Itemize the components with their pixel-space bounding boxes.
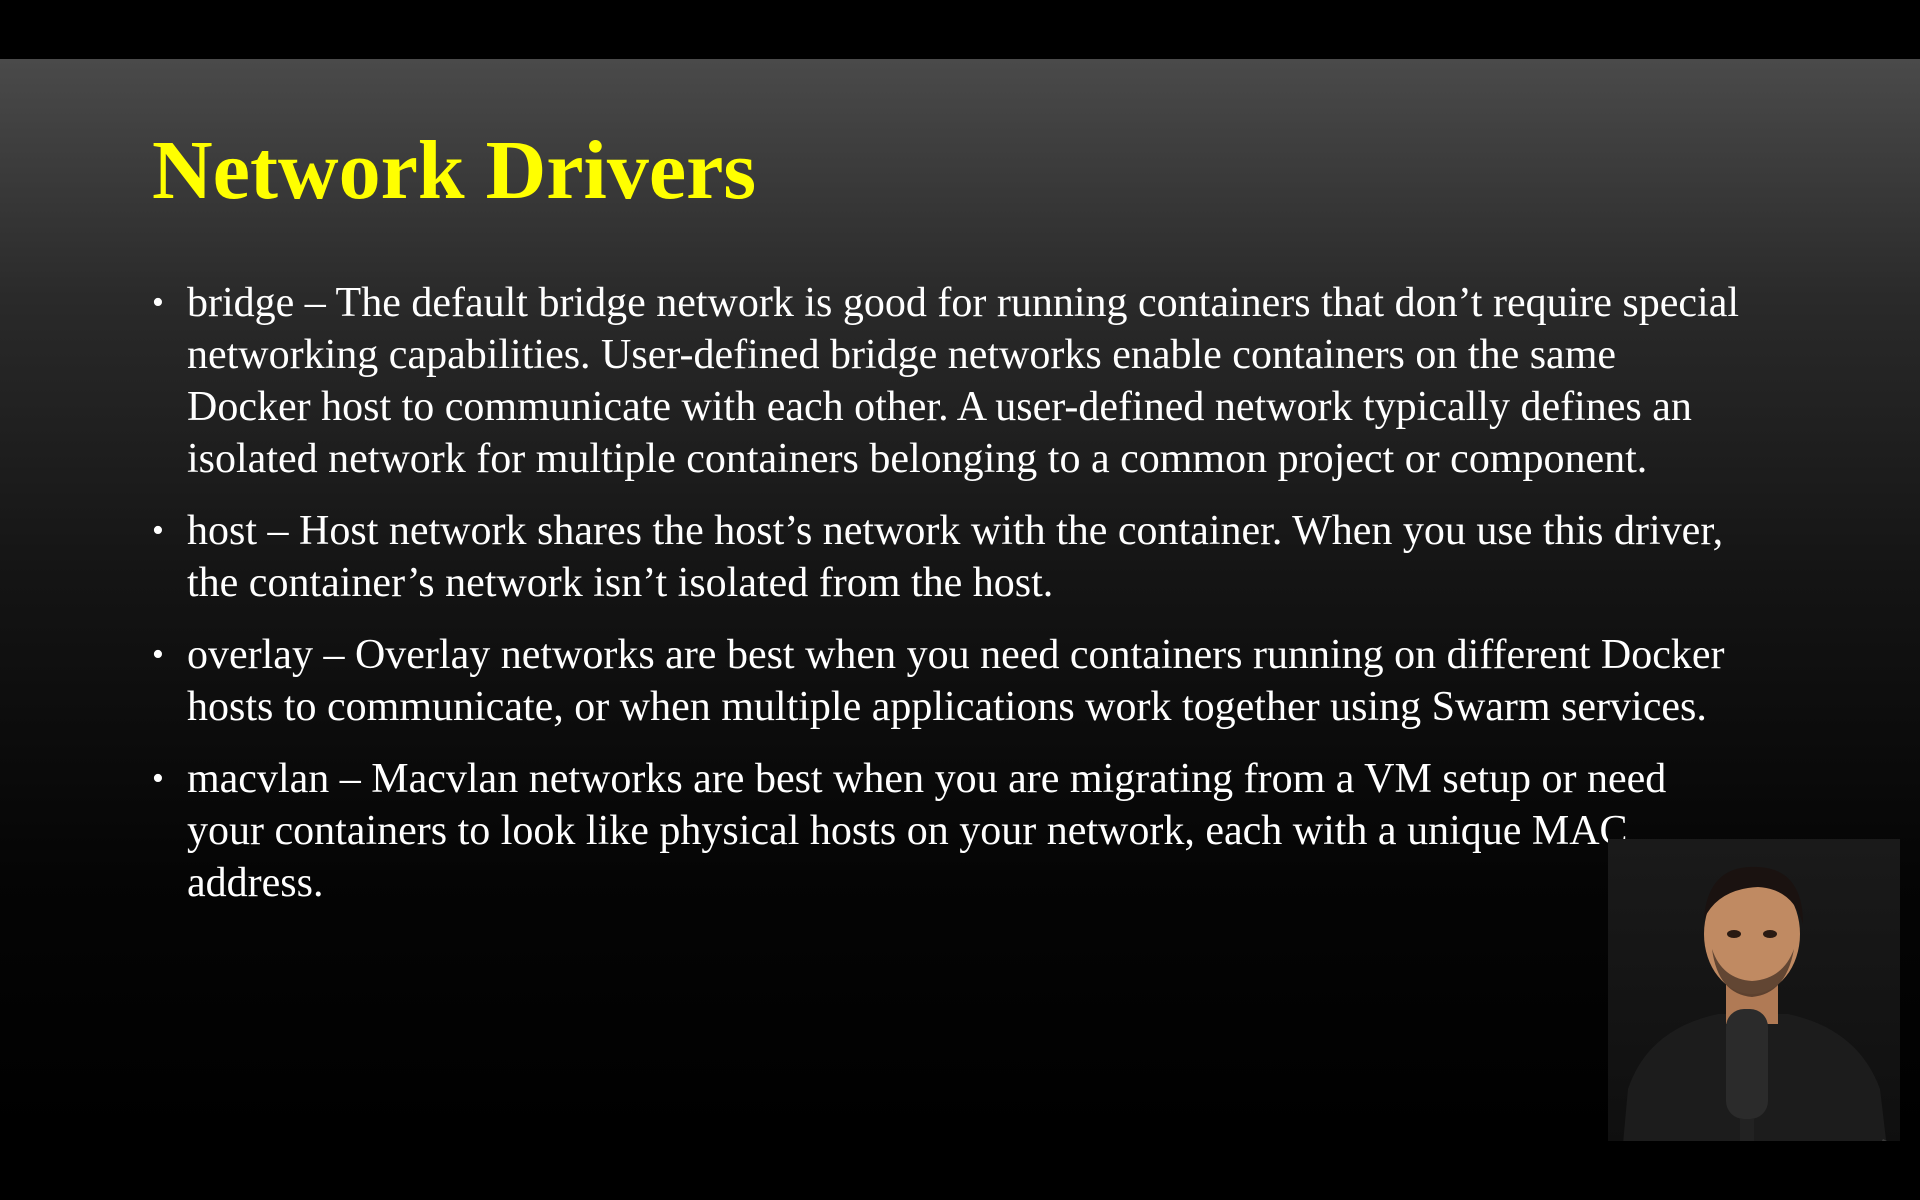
bullet-item-host: • host – Host network shares the host’s … (152, 505, 1742, 609)
bullet-list: • bridge – The default bridge network is… (152, 277, 1742, 929)
bullet-marker: • (152, 284, 164, 321)
presenter-webcam-overlay (1608, 839, 1900, 1141)
bullet-text: macvlan – Macvlan networks are best when… (187, 756, 1667, 906)
bullet-item-macvlan: • macvlan – Macvlan networks are best wh… (152, 753, 1742, 909)
bullet-text: host – Host network shares the host’s ne… (187, 508, 1724, 606)
bullet-item-bridge: • bridge – The default bridge network is… (152, 277, 1742, 485)
bullet-text: overlay – Overlay networks are best when… (187, 632, 1725, 730)
bullet-marker: • (152, 512, 164, 549)
bullet-item-overlay: • overlay – Overlay networks are best wh… (152, 629, 1742, 733)
presentation-slide: Network Drivers • bridge – The default b… (0, 59, 1920, 1141)
bullet-marker: • (152, 636, 164, 673)
video-frame: Network Drivers • bridge – The default b… (0, 0, 1920, 1200)
presenter-figure (1623, 866, 1887, 1141)
bullet-marker: • (152, 760, 164, 797)
bullet-text: bridge – The default bridge network is g… (187, 280, 1740, 482)
slide-title: Network Drivers (152, 124, 757, 217)
